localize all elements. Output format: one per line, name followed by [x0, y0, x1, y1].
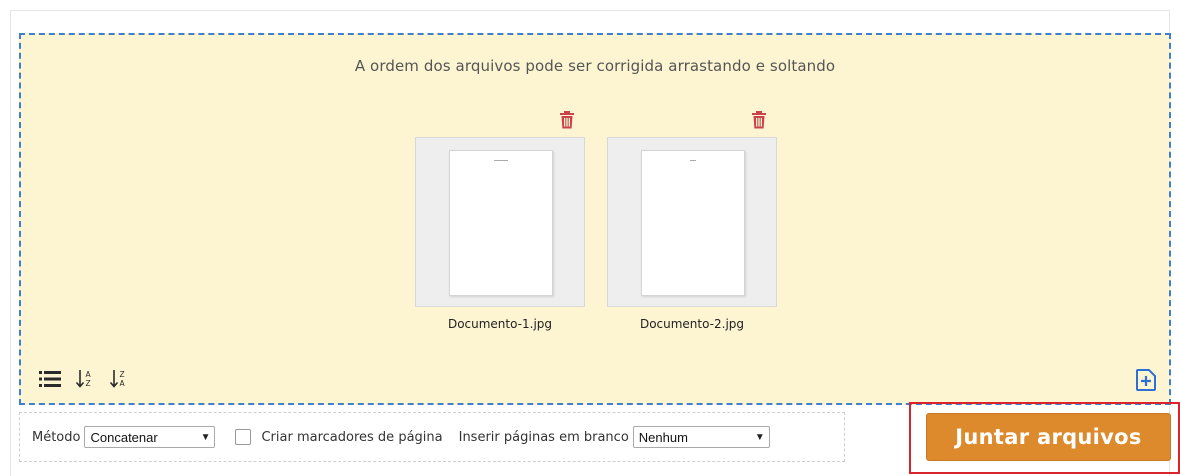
file-thumbnail[interactable]	[607, 137, 777, 307]
file-drop-zone[interactable]: A ordem dos arquivos pode ser corrigida …	[19, 33, 1171, 405]
delete-file-icon[interactable]	[751, 111, 767, 129]
list-view-icon[interactable]	[39, 370, 61, 392]
reorder-hint: A ordem dos arquivos pode ser corrigida …	[354, 57, 836, 75]
blank-pages-label: Inserir páginas em branco	[458, 429, 629, 445]
bookmarks-label[interactable]: Criar marcadores de página	[261, 430, 442, 445]
file-name: Documento-2.jpg	[639, 317, 745, 331]
method-select-value: Concatenar	[90, 429, 158, 445]
sort-a-z-icon[interactable]: A Z	[75, 369, 95, 393]
sort-z-a-icon[interactable]: Z A	[109, 369, 129, 393]
page-preview	[449, 150, 553, 296]
delete-file-icon[interactable]	[559, 111, 575, 129]
file-thumbnail[interactable]	[415, 137, 585, 307]
page-preview	[641, 150, 745, 296]
method-label: Método	[32, 429, 81, 445]
file-name: Documento-1.jpg	[447, 317, 553, 331]
method-select[interactable]: Concatenar ▼	[84, 426, 216, 448]
merge-files-button[interactable]: Juntar arquivos	[926, 413, 1171, 461]
add-file-icon[interactable]	[1135, 369, 1157, 395]
svg-text:Z: Z	[86, 379, 91, 388]
chevron-down-icon: ▼	[754, 431, 765, 443]
svg-text:Z: Z	[120, 370, 125, 379]
dropzone-toolbar: A Z Z A	[39, 369, 143, 393]
svg-text:A: A	[120, 379, 126, 388]
svg-text:A: A	[86, 370, 92, 379]
merge-options-bar: Método Concatenar ▼ Criar marcadores de …	[19, 412, 845, 462]
chevron-down-icon: ▼	[200, 431, 211, 443]
blank-pages-select[interactable]: Nenhum ▼	[632, 426, 770, 448]
blank-pages-select-value: Nenhum	[638, 429, 688, 445]
bookmarks-checkbox[interactable]	[235, 429, 252, 445]
